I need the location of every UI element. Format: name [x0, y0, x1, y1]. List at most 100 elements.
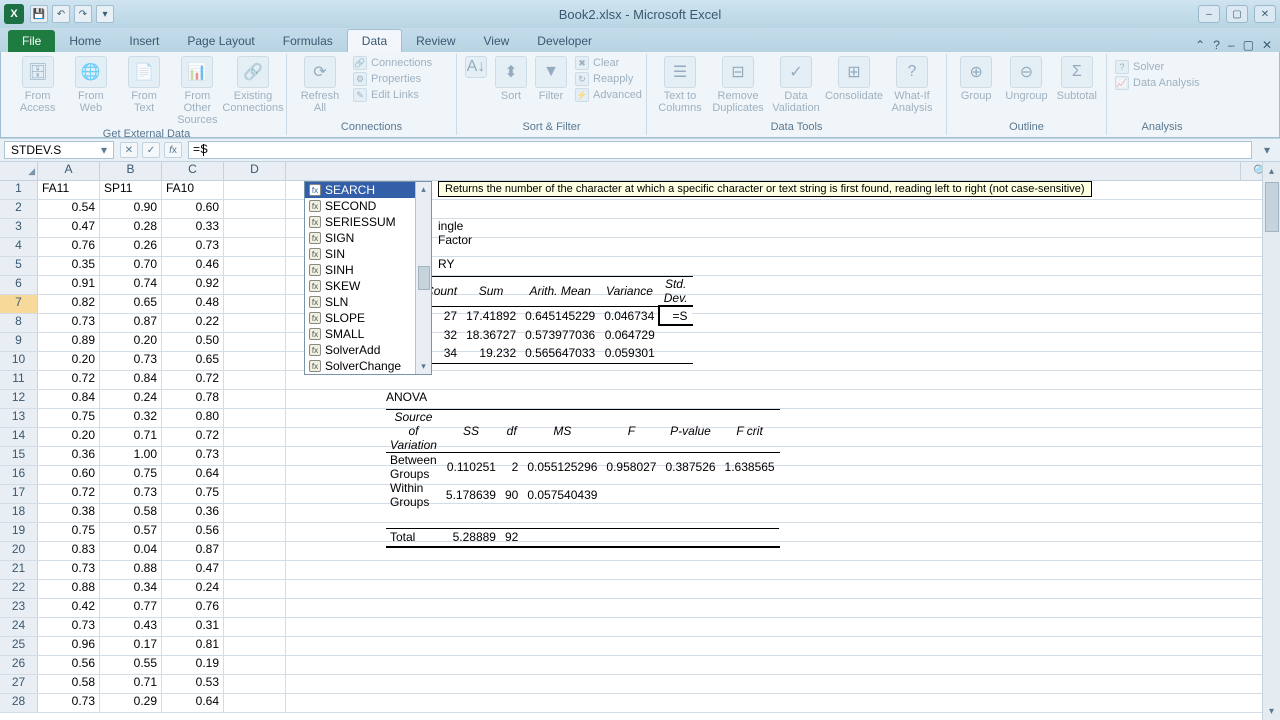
- row-header[interactable]: 16: [0, 466, 38, 484]
- cell[interactable]: 0.72: [38, 371, 100, 389]
- data-analysis-button[interactable]: 📈Data Analysis: [1115, 76, 1209, 90]
- cell[interactable]: [224, 295, 286, 313]
- autocomplete-item[interactable]: fxSMALL: [305, 326, 431, 342]
- row-header[interactable]: 19: [0, 523, 38, 541]
- row-header[interactable]: 27: [0, 675, 38, 693]
- cell[interactable]: 0.29: [100, 694, 162, 712]
- cell[interactable]: 0.90: [100, 200, 162, 218]
- group-button[interactable]: ⊕Group: [955, 56, 997, 102]
- cell[interactable]: [224, 599, 286, 617]
- whatif-button[interactable]: ?What-If Analysis: [887, 56, 937, 114]
- filter-button[interactable]: ▼Filter: [535, 56, 567, 102]
- worksheet[interactable]: ◢ A B C D 🔍 1FA11SP11FA1020.540.900.6030…: [0, 162, 1280, 720]
- cell[interactable]: 0.26: [100, 238, 162, 256]
- cell[interactable]: FA11: [38, 181, 100, 199]
- cell[interactable]: 0.19: [162, 656, 224, 674]
- workbook-restore-icon[interactable]: ▢: [1243, 38, 1254, 52]
- cell[interactable]: 0.50: [162, 333, 224, 351]
- row-header[interactable]: 4: [0, 238, 38, 256]
- consolidate-button[interactable]: ⊞Consolidate: [829, 56, 879, 102]
- cell[interactable]: 0.31: [162, 618, 224, 636]
- autocomplete-item[interactable]: fxSolverChange: [305, 358, 431, 374]
- row-header[interactable]: 11: [0, 371, 38, 389]
- cell[interactable]: [224, 200, 286, 218]
- cell[interactable]: 0.57: [100, 523, 162, 541]
- cell[interactable]: [224, 675, 286, 693]
- cell[interactable]: 0.73: [100, 352, 162, 370]
- cell[interactable]: 0.20: [38, 428, 100, 446]
- row-header[interactable]: 2: [0, 200, 38, 218]
- cell[interactable]: 1.00: [100, 447, 162, 465]
- tab-developer[interactable]: Developer: [523, 30, 606, 52]
- tab-formulas[interactable]: Formulas: [269, 30, 347, 52]
- select-all-button[interactable]: ◢: [0, 162, 38, 180]
- cell[interactable]: 0.73: [38, 561, 100, 579]
- col-B[interactable]: B: [100, 162, 162, 180]
- cell[interactable]: 0.65: [162, 352, 224, 370]
- cell[interactable]: 0.91: [38, 276, 100, 294]
- active-cell[interactable]: =S: [659, 306, 692, 325]
- autocomplete-item[interactable]: fxSIGN: [305, 230, 431, 246]
- cell[interactable]: [224, 580, 286, 598]
- row-header[interactable]: 21: [0, 561, 38, 579]
- cell[interactable]: [224, 447, 286, 465]
- tab-data[interactable]: Data: [347, 29, 402, 52]
- ribbon-min-icon[interactable]: ⌃: [1195, 38, 1205, 52]
- tab-file[interactable]: File: [8, 30, 55, 52]
- advanced-button[interactable]: ⚡Advanced: [575, 88, 642, 102]
- row-header[interactable]: 26: [0, 656, 38, 674]
- cell[interactable]: 0.71: [100, 675, 162, 693]
- row-header[interactable]: 17: [0, 485, 38, 503]
- cell[interactable]: 0.76: [162, 599, 224, 617]
- cell[interactable]: [224, 504, 286, 522]
- cell[interactable]: 0.22: [162, 314, 224, 332]
- autocomplete-item[interactable]: fxSLN: [305, 294, 431, 310]
- cell[interactable]: 0.53: [162, 675, 224, 693]
- cell[interactable]: 0.24: [100, 390, 162, 408]
- workbook-close-icon[interactable]: ✕: [1262, 38, 1272, 52]
- cell[interactable]: 0.35: [38, 257, 100, 275]
- clear-button[interactable]: ✖Clear: [575, 56, 642, 70]
- row-header[interactable]: 10: [0, 352, 38, 370]
- cell[interactable]: [224, 523, 286, 541]
- cell[interactable]: [224, 409, 286, 427]
- cell[interactable]: [224, 561, 286, 579]
- cell[interactable]: 0.34: [100, 580, 162, 598]
- cell[interactable]: [224, 390, 286, 408]
- cell[interactable]: 0.64: [162, 694, 224, 712]
- chevron-down-icon[interactable]: ▾: [101, 143, 107, 157]
- cell[interactable]: 0.73: [162, 238, 224, 256]
- cell[interactable]: 0.78: [162, 390, 224, 408]
- help-icon[interactable]: ?: [1213, 38, 1220, 52]
- cell[interactable]: [224, 618, 286, 636]
- cell[interactable]: 0.42: [38, 599, 100, 617]
- sort-button[interactable]: ⬍Sort: [495, 56, 527, 102]
- row-header[interactable]: 5: [0, 257, 38, 275]
- cell[interactable]: 0.60: [162, 200, 224, 218]
- tab-review[interactable]: Review: [402, 30, 469, 52]
- autocomplete-scrollbar[interactable]: ▴ ▾: [415, 182, 431, 374]
- cell[interactable]: [224, 238, 286, 256]
- row-header[interactable]: 9: [0, 333, 38, 351]
- cell[interactable]: 0.71: [100, 428, 162, 446]
- cell[interactable]: [224, 219, 286, 237]
- row-header[interactable]: 12: [0, 390, 38, 408]
- from-text-button[interactable]: 📄From Text: [122, 56, 167, 114]
- connections-button[interactable]: 🔗Connections: [353, 56, 432, 70]
- redo-icon[interactable]: ↷: [74, 5, 92, 23]
- row-header[interactable]: 22: [0, 580, 38, 598]
- properties-button[interactable]: ⚙Properties: [353, 72, 432, 86]
- cell[interactable]: 0.81: [162, 637, 224, 655]
- undo-icon[interactable]: ↶: [52, 5, 70, 23]
- autocomplete-item[interactable]: fxSolverAdd: [305, 342, 431, 358]
- cell[interactable]: FA10: [162, 181, 224, 199]
- cell[interactable]: 0.17: [100, 637, 162, 655]
- cell[interactable]: 0.58: [38, 675, 100, 693]
- insert-function-button[interactable]: fx: [164, 142, 182, 158]
- cell[interactable]: 0.38: [38, 504, 100, 522]
- from-access-button[interactable]: 🗄From Access: [15, 56, 60, 114]
- cell[interactable]: 0.87: [162, 542, 224, 560]
- cell[interactable]: 0.28: [100, 219, 162, 237]
- cell[interactable]: SP11: [100, 181, 162, 199]
- cell[interactable]: 0.75: [100, 466, 162, 484]
